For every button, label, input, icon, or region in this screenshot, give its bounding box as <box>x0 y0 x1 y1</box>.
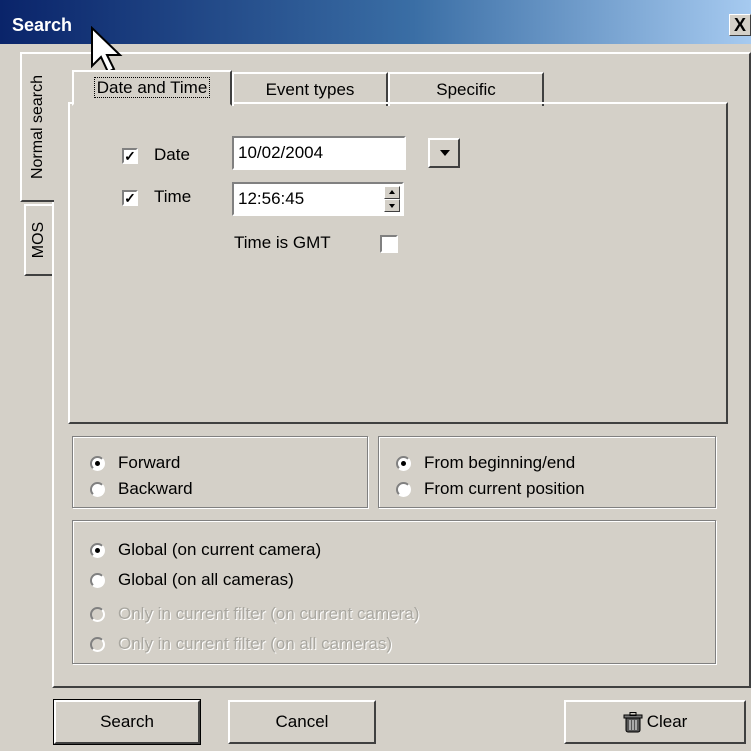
gmt-checkbox[interactable] <box>380 235 398 253</box>
close-button[interactable]: X <box>729 14 751 36</box>
time-spin-down-button[interactable] <box>384 199 400 212</box>
from-current-position-radio[interactable] <box>396 482 411 497</box>
gmt-label: Time is GMT <box>234 233 331 252</box>
window-title: Search <box>12 15 73 35</box>
tab-specific-label: Specific <box>436 80 496 99</box>
forward-label: Forward <box>118 453 181 472</box>
global-current-camera-label: Global (on current camera) <box>118 540 322 559</box>
date-checkbox[interactable]: ✓ <box>122 148 138 164</box>
arrow-down-icon <box>389 204 395 208</box>
time-spin-up-button[interactable] <box>384 186 400 199</box>
chevron-down-icon <box>440 150 450 156</box>
tab-date-and-time-label: Date and Time <box>93 77 211 98</box>
time-label: Time <box>154 187 192 206</box>
close-icon: X <box>733 15 746 35</box>
filter-all-cameras-radio <box>90 637 105 652</box>
global-all-cameras-label: Global (on all cameras) <box>118 570 294 589</box>
from-beginning-end-label: From beginning/end <box>424 453 576 472</box>
clear-button[interactable]: Clear <box>564 700 746 744</box>
forward-radio[interactable] <box>90 456 105 471</box>
checkmark-icon: ✓ <box>124 148 136 164</box>
date-dropdown-button[interactable] <box>428 138 460 168</box>
global-all-cameras-radio[interactable] <box>90 573 105 588</box>
from-beginning-end-radio[interactable] <box>396 456 411 471</box>
from-current-position-label: From current position <box>424 479 585 498</box>
cancel-button[interactable]: Cancel <box>228 700 376 744</box>
side-tab-normal-search-label: Normal search <box>29 74 46 180</box>
side-tab-mos[interactable]: MOS <box>24 204 52 276</box>
trash-can-icon <box>623 711 643 733</box>
filter-current-camera-radio <box>90 607 105 622</box>
date-field[interactable]: 10/02/2004 <box>232 136 406 170</box>
tab-date-and-time[interactable]: Date and Time <box>72 70 232 106</box>
mouse-cursor-icon <box>91 26 123 74</box>
time-checkbox[interactable]: ✓ <box>122 190 138 206</box>
checkmark-icon: ✓ <box>124 190 136 206</box>
backward-label: Backward <box>118 479 193 498</box>
tab-event-types-label: Event types <box>265 80 355 99</box>
tab-event-types[interactable]: Event types <box>232 72 388 106</box>
search-button[interactable]: Search <box>53 699 201 745</box>
direction-group <box>72 436 368 508</box>
filter-all-cameras-label: Only in current filter (on all cameras) <box>118 634 392 653</box>
filter-current-camera-label: Only in current filter (on current camer… <box>118 604 420 623</box>
side-tab-normal-search[interactable]: Normal search <box>20 52 54 202</box>
tab-specific[interactable]: Specific <box>388 72 544 106</box>
backward-radio[interactable] <box>90 482 105 497</box>
clear-label: Clear <box>646 712 688 731</box>
global-current-camera-radio[interactable] <box>90 543 105 558</box>
side-tab-mos-label: MOS <box>30 221 47 259</box>
date-label: Date <box>154 145 190 164</box>
time-field[interactable]: 12:56:45 <box>232 182 404 216</box>
arrow-up-icon <box>389 190 395 194</box>
